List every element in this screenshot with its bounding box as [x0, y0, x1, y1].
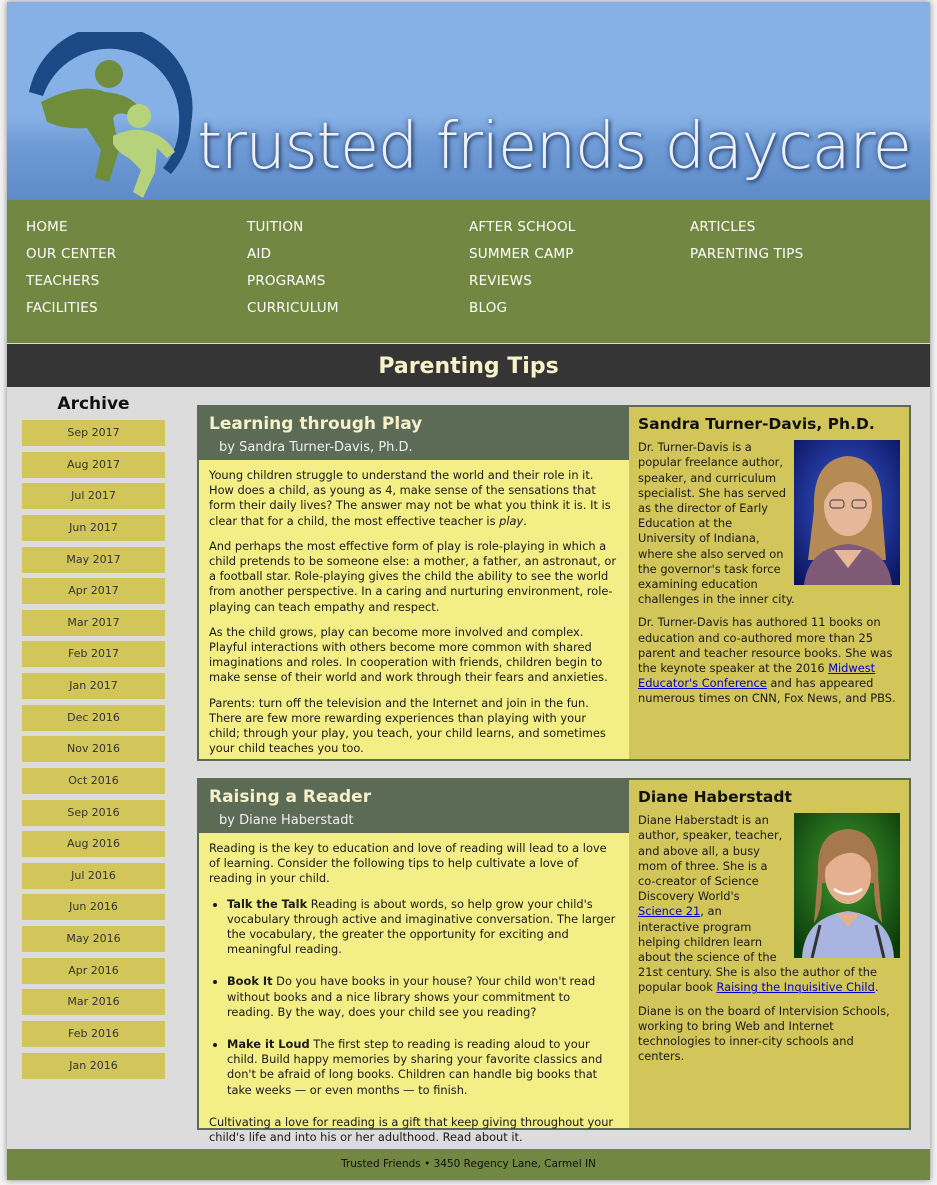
nav-tuition[interactable]: TUITION [247, 214, 339, 241]
article-byline: by Diane Haberstadt [219, 813, 354, 828]
article-body: Reading is the key to education and love… [199, 841, 629, 1145]
nav-aid[interactable]: AID [247, 241, 339, 268]
archive-link[interactable]: Sep 2017 [22, 420, 165, 446]
book-link[interactable]: Raising the Inquisitive Child [716, 980, 874, 994]
archive-sidebar: Archive Sep 2017 Aug 2017 Jul 2017 Jun 2… [22, 388, 165, 1084]
archive-link[interactable]: Apr 2016 [22, 957, 165, 984]
nav-teachers[interactable]: TEACHERS [26, 268, 116, 295]
archive-link[interactable]: Jan 2017 [22, 673, 165, 699]
author-name: Diane Haberstadt [638, 788, 792, 806]
article-learning-through-play: Learning through Play by Sandra Turner-D… [197, 405, 911, 761]
author-photo [794, 440, 900, 586]
archive-link[interactable]: Sep 2016 [22, 799, 165, 826]
archive-link[interactable]: Jun 2016 [22, 894, 165, 921]
archive-link[interactable]: Oct 2016 [22, 767, 165, 794]
archive-link[interactable]: Mar 2017 [22, 609, 165, 636]
nav-column-4: ARTICLES PARENTING TIPS [690, 214, 803, 268]
bio-text: Diane Haberstadt is an author, speaker, … [638, 813, 783, 904]
logo-icon [29, 32, 193, 198]
nav-after-school[interactable]: AFTER SCHOOL [469, 214, 576, 241]
tips-list: Talk the Talk Reading is about words, so… [209, 897, 619, 1098]
archive-link[interactable]: May 2017 [22, 546, 165, 573]
tip-heading: Make it Loud [227, 1037, 310, 1052]
archive-link[interactable]: Aug 2016 [22, 831, 165, 858]
tip-heading: Talk the Talk [227, 896, 308, 911]
science-21-link[interactable]: Science 21 [638, 904, 700, 918]
page-title: Parenting Tips [7, 344, 930, 387]
archive-link[interactable]: Jul 2016 [22, 862, 165, 889]
article-header: Learning through Play by Sandra Turner-D… [199, 407, 629, 460]
archive-link[interactable]: Feb 2016 [22, 1020, 165, 1047]
site-header: trusted friends daycare [7, 2, 930, 200]
page: trusted friends daycare HOME OUR CENTER … [7, 2, 930, 1180]
emphasis-text: play [499, 513, 524, 528]
nav-articles[interactable]: ARTICLES [690, 214, 803, 241]
article-paragraph: Reading is the key to education and love… [209, 841, 607, 886]
author-bio: Dr. Turner-Davis has authored 11 books o… [638, 615, 900, 706]
article-paragraph: And perhaps the most effective form of p… [209, 538, 616, 614]
archive-link[interactable]: Jan 2016 [22, 1052, 165, 1079]
nav-parenting-tips[interactable]: PARENTING TIPS [690, 241, 803, 268]
article-title: Learning through Play [209, 414, 423, 434]
nav-facilities[interactable]: FACILITIES [26, 295, 116, 322]
site-title: trusted friends daycare [197, 110, 912, 184]
nav-summer-camp[interactable]: SUMMER CAMP [469, 241, 576, 268]
author-sidebar: Diane Haberstadt Diane Haberstadt is an … [629, 780, 909, 1128]
archive-title: Archive [57, 394, 130, 414]
list-item: Talk the Talk Reading is about words, so… [227, 897, 619, 958]
author-bio: Diane is on the board of Intervision Sch… [638, 1003, 890, 1064]
nav-home[interactable]: HOME [26, 214, 116, 241]
article-paragraph: Young children struggle to understand th… [209, 468, 619, 529]
article-byline: by Sandra Turner-Davis, Ph.D. [219, 440, 413, 455]
article-raising-a-reader: Raising a Reader by Diane Haberstadt Rea… [197, 778, 911, 1144]
archive-link[interactable]: Nov 2016 [22, 736, 165, 763]
paragraph-text: . [523, 513, 527, 528]
archive-link[interactable]: May 2016 [22, 926, 165, 952]
archive-link[interactable]: Jul 2017 [22, 483, 165, 510]
tip-text: Do you have books in your house? Your ch… [227, 974, 596, 1019]
article-paragraph: Cultivating a love for reading is a gift… [209, 1114, 614, 1145]
author-photo [794, 813, 900, 959]
paragraph-text: Young children struggle to understand th… [209, 468, 611, 528]
bio-text: . [874, 980, 879, 995]
author-sidebar: Sandra Turner-Davis, Ph.D. Dr. Turner-Da… [629, 407, 909, 759]
archive-link[interactable]: Dec 2016 [22, 704, 165, 731]
nav-column-1: HOME OUR CENTER TEACHERS FACILITIES [26, 214, 116, 322]
main-nav: HOME OUR CENTER TEACHERS FACILITIES TUIT… [7, 200, 930, 343]
nav-curriculum[interactable]: CURRICULUM [247, 295, 339, 322]
article-paragraph: Parents: turn off the television and the… [209, 695, 606, 756]
article-paragraph: As the child grows, play can become more… [209, 624, 608, 685]
article-header: Raising a Reader by Diane Haberstadt [199, 780, 629, 833]
article-title: Raising a Reader [209, 787, 372, 807]
archive-link[interactable]: Aug 2017 [22, 451, 165, 478]
nav-programs[interactable]: PROGRAMS [247, 268, 339, 295]
article-main: Learning through Play by Sandra Turner-D… [199, 407, 629, 759]
article-body: Young children struggle to understand th… [199, 468, 629, 756]
author-name: Sandra Turner-Davis, Ph.D. [638, 415, 875, 433]
article-main: Raising a Reader by Diane Haberstadt Rea… [199, 780, 629, 1144]
nav-reviews[interactable]: REVIEWS [469, 268, 576, 295]
tip-heading: Book It [227, 974, 273, 989]
nav-column-3: AFTER SCHOOL SUMMER CAMP REVIEWS BLOG [469, 214, 576, 322]
nav-our-center[interactable]: OUR CENTER [26, 241, 116, 268]
archive-link[interactable]: Jun 2017 [22, 514, 165, 541]
list-item: Make it Loud The first step to reading i… [227, 1037, 619, 1098]
site-footer: Trusted Friends • 3450 Regency Lane, Car… [7, 1149, 930, 1180]
nav-column-2: TUITION AID PROGRAMS CURRICULUM [247, 214, 339, 322]
archive-link[interactable]: Mar 2016 [22, 989, 165, 1016]
nav-blog[interactable]: BLOG [469, 295, 576, 322]
archive-link[interactable]: Apr 2017 [22, 578, 165, 605]
list-item: Book It Do you have books in your house?… [227, 974, 619, 1020]
archive-link[interactable]: Feb 2017 [22, 641, 165, 668]
